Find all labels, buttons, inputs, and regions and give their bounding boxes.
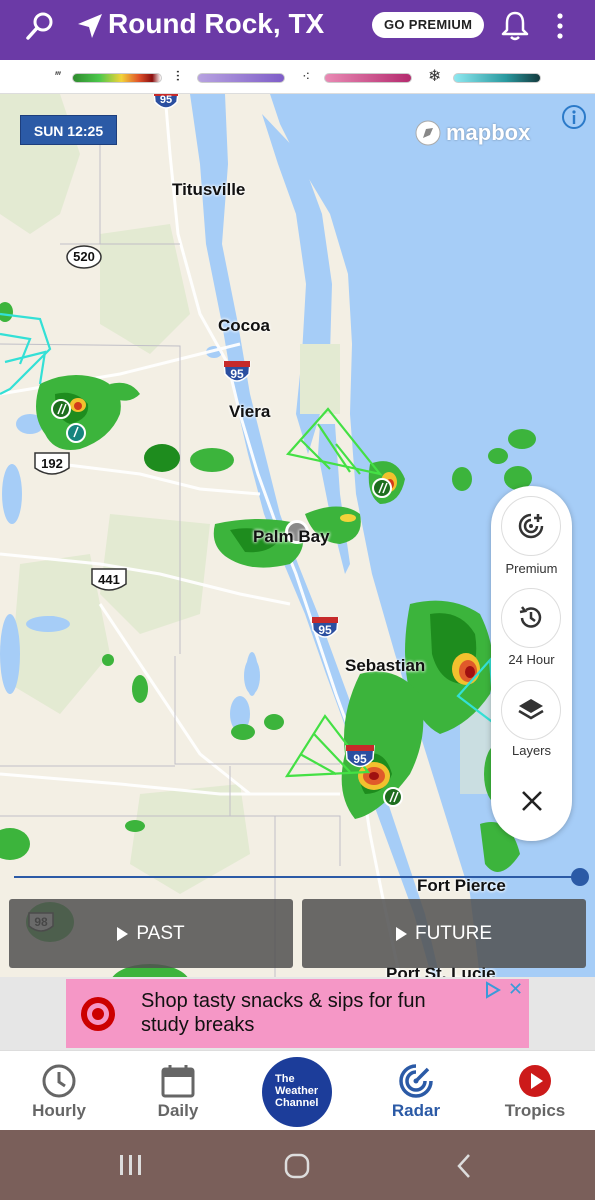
- nav-tropics[interactable]: Tropics: [485, 1051, 585, 1131]
- nav-label: Daily: [157, 1101, 199, 1120]
- history-icon: [519, 606, 542, 628]
- layers-button[interactable]: [501, 680, 561, 740]
- interstate-shield: 95: [223, 360, 251, 391]
- play-past-button[interactable]: PAST: [9, 899, 293, 968]
- rain-icon: ‴: [56, 68, 61, 84]
- nav-label: Hourly: [32, 1101, 86, 1120]
- play-future-button[interactable]: FUTURE: [302, 899, 586, 968]
- rain-scale: [72, 73, 162, 83]
- play-circle-icon: [519, 1065, 551, 1097]
- ad-choices-icon[interactable]: [484, 981, 502, 999]
- mapbox-logo: mapbox: [414, 118, 530, 148]
- city-label: Palm Bay: [253, 527, 330, 546]
- radar-icon: [399, 1064, 433, 1098]
- mapbox-label: mapbox: [446, 120, 531, 145]
- ice-icon: ⁖: [302, 68, 311, 84]
- nav-radar[interactable]: Radar: [366, 1051, 466, 1131]
- search-icon[interactable]: [24, 10, 56, 42]
- top-app-bar: Round Rock, TX GO PREMIUM: [0, 0, 595, 60]
- us-route-shield: 192: [32, 450, 72, 483]
- nav-label: Radar: [391, 1101, 441, 1120]
- future-label: FUTURE: [414, 922, 493, 944]
- us-route-shield: 441: [89, 566, 129, 599]
- nav-daily[interactable]: Daily: [128, 1051, 228, 1131]
- history-label: 24 Hour: [508, 652, 555, 667]
- logo-line: The: [275, 1073, 295, 1085]
- history-24h-button[interactable]: [501, 588, 561, 648]
- clock-icon: [42, 1064, 76, 1098]
- ad-text: Shop tasty snacks & sips for fun study b…: [141, 990, 426, 1036]
- map-controls-panel: Premium 24 Hour Layers: [491, 486, 572, 841]
- interstate-shield: 95: [345, 744, 375, 777]
- timeline-scrubber[interactable]: [571, 868, 589, 886]
- city-label: Sebastian: [345, 656, 426, 675]
- snow-icon: ❄: [428, 68, 442, 85]
- mix-icon: ⫶: [176, 68, 180, 84]
- interstate-shield: 95: [153, 94, 179, 117]
- play-icon: [395, 926, 407, 941]
- radar-timestamp: SUN 12:25: [20, 115, 117, 145]
- past-label: PAST: [136, 922, 185, 944]
- info-icon[interactable]: [561, 104, 587, 130]
- location-arrow-icon[interactable]: [76, 12, 104, 40]
- more-vert-icon[interactable]: [554, 12, 566, 40]
- city-label: Titusville: [172, 180, 246, 199]
- ice-scale: [324, 73, 412, 83]
- city-label: Fort Pierce: [417, 876, 506, 895]
- recent-apps-icon[interactable]: [118, 1154, 144, 1176]
- timeline-track[interactable]: [14, 876, 580, 878]
- ad-close-icon[interactable]: ✕: [508, 979, 523, 1000]
- bell-icon[interactable]: [500, 10, 530, 42]
- target-logo-icon: [81, 997, 115, 1031]
- calendar-icon: [161, 1065, 195, 1098]
- mix-scale: [197, 73, 285, 83]
- play-icon: [117, 926, 129, 941]
- back-icon[interactable]: [455, 1153, 473, 1179]
- layers-label: Layers: [511, 743, 552, 758]
- city-label: Cocoa: [218, 316, 270, 335]
- close-icon[interactable]: [520, 789, 544, 813]
- radar-screen: Round Rock, TX GO PREMIUM ‴ ⫶ ⁖ ❄ SUN 12…: [0, 0, 595, 1200]
- location-title[interactable]: Round Rock, TX: [108, 8, 324, 40]
- radar-plus-icon: [518, 513, 544, 539]
- weather-channel-logo[interactable]: The Weather Channel: [262, 1057, 332, 1127]
- home-icon[interactable]: [284, 1153, 310, 1179]
- premium-label: Premium: [505, 561, 558, 576]
- ad-banner-container: Shop tasty snacks & sips for fun study b…: [0, 977, 595, 1050]
- premium-radar-button[interactable]: [501, 496, 561, 556]
- logo-line: Channel: [275, 1097, 319, 1109]
- logo-line: Weather: [275, 1085, 319, 1097]
- ad-banner[interactable]: Shop tasty snacks & sips for fun study b…: [66, 979, 529, 1048]
- layers-icon: [518, 699, 544, 720]
- mapbox-icon: [415, 120, 441, 146]
- nav-label: Tropics: [504, 1101, 566, 1120]
- state-road-shield: 520: [65, 244, 103, 275]
- nav-hourly[interactable]: Hourly: [9, 1051, 109, 1131]
- go-premium-button[interactable]: GO PREMIUM: [372, 12, 485, 38]
- bottom-navigation: Hourly Daily The Weather Channel Radar T…: [0, 1050, 595, 1130]
- snow-scale: [453, 73, 541, 83]
- precip-legend: ‴ ⫶ ⁖ ❄: [0, 60, 595, 94]
- city-label: Viera: [229, 402, 271, 421]
- system-navigation-bar: [0, 1130, 595, 1200]
- interstate-shield: 95: [311, 616, 339, 647]
